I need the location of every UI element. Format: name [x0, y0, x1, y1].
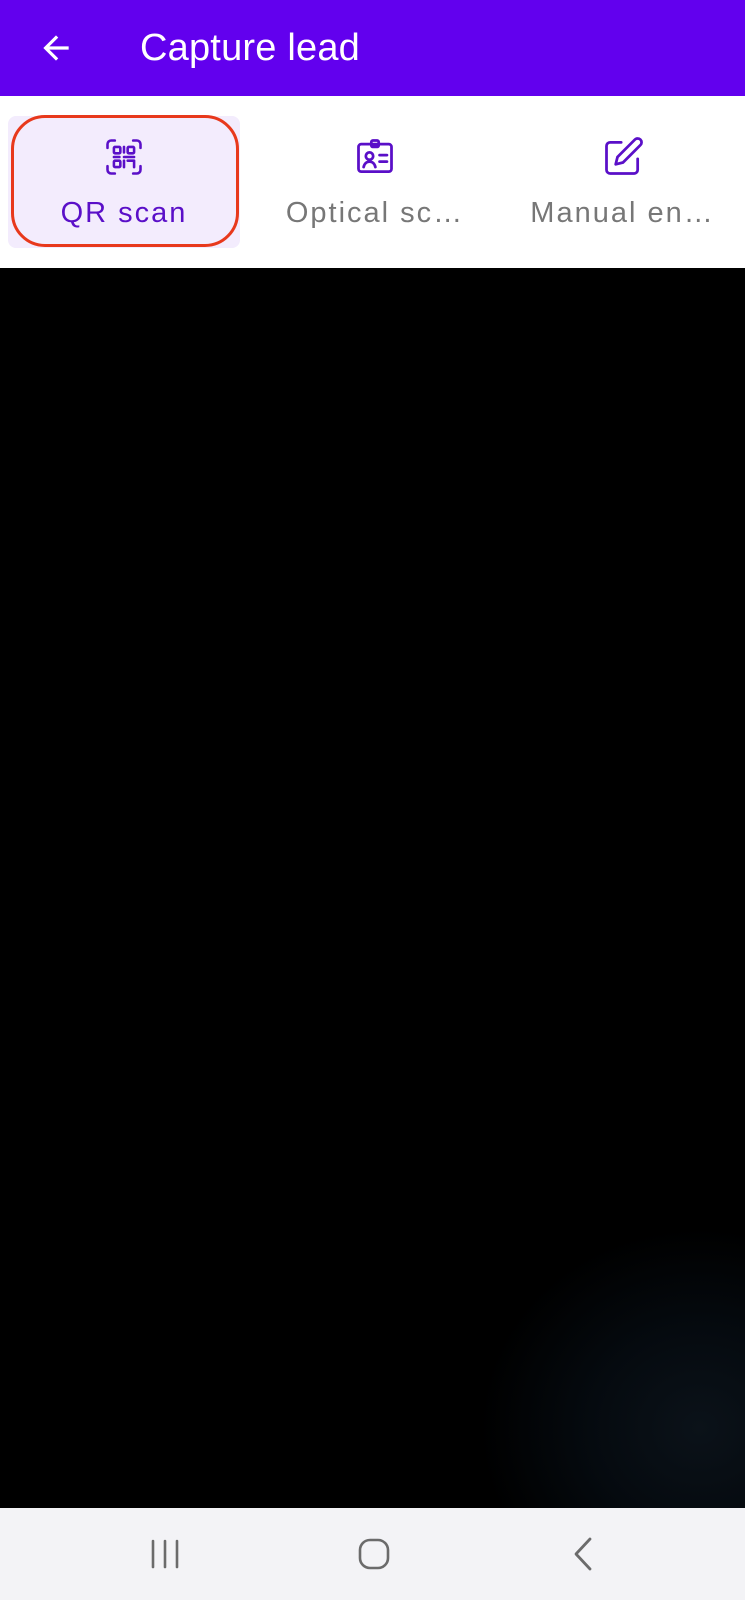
capture-lead-screen: Capture lead QR scan Optical sc… Manual … — [0, 0, 745, 1600]
capture-mode-tabs: QR scan Optical sc… Manual en… — [0, 96, 745, 268]
back-button[interactable] — [26, 18, 86, 78]
tab-qr-scan[interactable]: QR scan — [8, 116, 240, 248]
tab-label: Manual en… — [530, 196, 715, 229]
camera-viewfinder[interactable] — [0, 268, 745, 1508]
id-card-icon — [353, 135, 397, 179]
app-bar: Capture lead — [0, 0, 745, 96]
tab-manual-entry[interactable]: Manual en… — [505, 116, 740, 248]
chevron-left-icon — [574, 1537, 592, 1571]
recents-icon — [151, 1539, 179, 1569]
page-title: Capture lead — [140, 26, 360, 69]
tab-optical-scan[interactable]: Optical sc… — [260, 116, 490, 248]
system-nav-bar — [0, 1508, 745, 1600]
qr-code-icon — [102, 135, 146, 179]
system-back-button[interactable] — [549, 1522, 619, 1586]
arrow-left-icon — [43, 35, 69, 61]
recents-button[interactable] — [130, 1522, 200, 1586]
edit-icon — [601, 135, 645, 179]
tab-label: QR scan — [60, 196, 188, 229]
home-icon — [358, 1538, 390, 1570]
home-button[interactable] — [339, 1522, 409, 1586]
tab-label: Optical sc… — [285, 196, 465, 229]
